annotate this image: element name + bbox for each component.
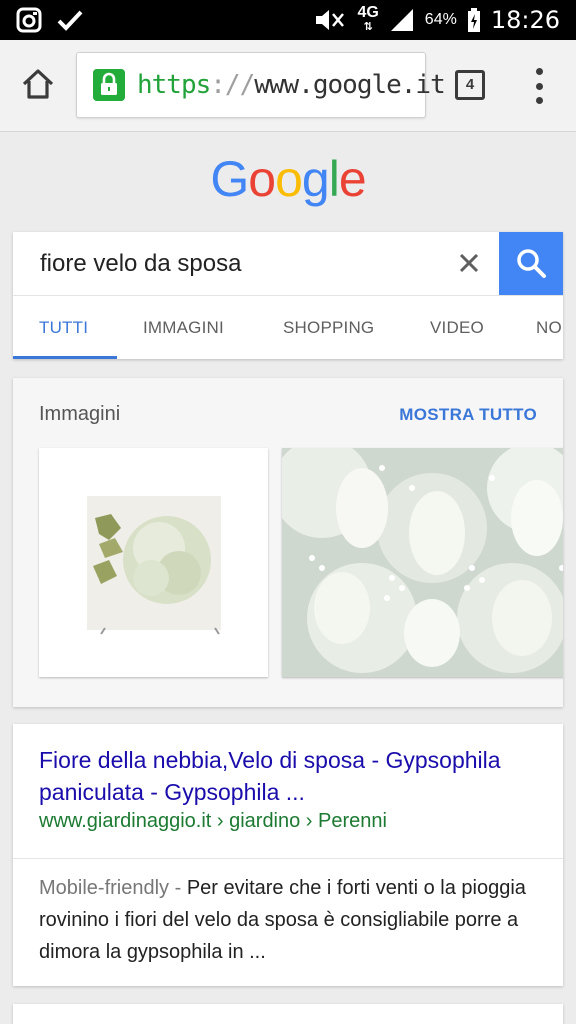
tab-shopping[interactable]: SHOPPING <box>283 318 374 338</box>
logo-letter: G <box>210 151 249 207</box>
battery-charging-icon <box>467 8 480 32</box>
clock: 18:26 <box>490 6 560 34</box>
search-result: Fiore della nebbia,Velo di sposa - Gypso… <box>13 724 563 986</box>
lock-icon <box>93 69 125 101</box>
status-bar: 4G ⇅ 64% 18:26 <box>0 0 576 40</box>
mute-icon <box>316 10 345 30</box>
clear-icon[interactable] <box>455 249 483 277</box>
next-result-card <box>13 1004 563 1024</box>
tab-immagini[interactable]: IMMAGINI <box>143 318 224 338</box>
url-text: https://www.google.it <box>137 70 446 100</box>
image-thumbnail[interactable] <box>282 448 563 677</box>
divider <box>13 858 563 859</box>
result-url[interactable]: www.giardinaggio.it › giardino › Perenni <box>39 810 387 833</box>
search-input[interactable]: fiore velo da sposa <box>40 250 241 278</box>
signal-icon <box>390 9 413 31</box>
bouquet-image <box>87 496 221 635</box>
images-section-title: Immagini <box>39 403 121 425</box>
url-scheme: https <box>137 70 211 100</box>
images-card: Immagini MOSTRA TUTTO <box>13 378 563 707</box>
logo-letter: l <box>328 151 340 207</box>
logo-letter: o <box>275 151 303 207</box>
result-title-link[interactable]: Fiore della nebbia,Velo di sposa - Gypso… <box>39 744 539 808</box>
result-snippet: Mobile-friendly - Per evitare che i fort… <box>39 872 544 968</box>
image-thumbnail[interactable] <box>39 448 268 677</box>
browser-toolbar: https://www.google.it 4 <box>0 40 576 132</box>
check-icon <box>57 10 83 31</box>
status-right: 4G ⇅ 64% 18:26 <box>313 0 560 40</box>
bouquet-image <box>282 448 563 677</box>
home-icon[interactable] <box>20 66 56 102</box>
status-left-icons <box>16 7 84 33</box>
url-separator: :// <box>210 70 255 100</box>
battery-percent: 64% <box>424 11 457 28</box>
search-button[interactable] <box>499 232 563 295</box>
address-bar[interactable]: https://www.google.it <box>76 52 446 118</box>
tab-switcher-button[interactable]: 4 <box>455 70 485 100</box>
google-logo[interactable]: Google <box>0 150 576 208</box>
url-host: www.google.it <box>254 70 445 100</box>
logo-letter: o <box>248 151 276 207</box>
show-all-link[interactable]: MOSTRA TUTTO <box>399 405 537 425</box>
search-box: fiore velo da sposa TUTTI IMMAGINI SHOPP… <box>13 232 563 359</box>
tab-video[interactable]: VIDEO <box>430 318 484 338</box>
active-tab-indicator <box>13 356 117 359</box>
overflow-menu-icon[interactable] <box>530 68 548 104</box>
logo-letter: e <box>338 151 367 207</box>
instagram-icon <box>16 7 42 33</box>
search-icon <box>517 249 546 278</box>
logo-letter: g <box>301 151 330 207</box>
tab-tutti[interactable]: TUTTI <box>39 318 88 338</box>
network-label: 4G <box>357 4 379 21</box>
network-type: 4G ⇅ <box>357 4 379 34</box>
search-tabs: TUTTI IMMAGINI SHOPPING VIDEO NO <box>13 295 563 359</box>
data-arrows-icon: ⇅ <box>363 21 373 33</box>
tag-separator: - <box>169 877 187 899</box>
mobile-friendly-tag: Mobile-friendly <box>39 877 170 899</box>
tab-notizie[interactable]: NO <box>536 318 562 338</box>
